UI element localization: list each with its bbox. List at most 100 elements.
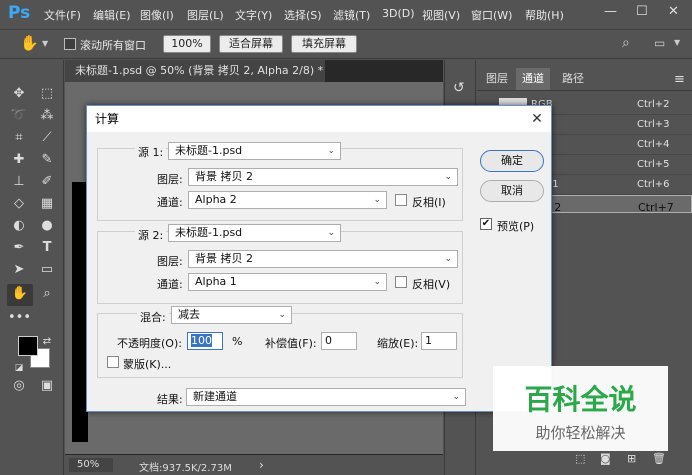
screen-mode-icon[interactable]: ▣: [36, 376, 58, 396]
watermark: 百科全说 助你轻松解决: [493, 366, 668, 451]
menu-edit[interactable]: 编辑(E): [93, 7, 131, 23]
tab-channels[interactable]: 通道: [516, 68, 550, 90]
search-icon[interactable]: ⌕: [622, 35, 630, 51]
crop-tool-icon[interactable]: ⌗: [8, 128, 30, 148]
scroll-all-checkbox[interactable]: [64, 38, 76, 50]
chevron-down-icon: ⌄: [373, 195, 381, 205]
workspace-chevron-icon[interactable]: ▼: [674, 38, 680, 47]
workspace-icon[interactable]: ▭: [654, 36, 665, 50]
preview-label: 预览(P): [497, 220, 535, 233]
preview-checkbox[interactable]: ✔: [480, 218, 492, 230]
quick-mask-icon[interactable]: ◎: [8, 376, 30, 396]
delete-channel-icon[interactable]: 🗑: [652, 452, 666, 465]
history-panel-icon[interactable]: ↺: [453, 80, 465, 96]
path-select-icon[interactable]: ➤: [8, 260, 30, 280]
swap-colors-icon[interactable]: ⇄: [40, 332, 54, 352]
hand-tool-icon[interactable]: ✋: [20, 34, 39, 52]
new-channel-icon[interactable]: ⊞: [627, 452, 636, 465]
fill-screen-button[interactable]: 填充屏幕: [291, 35, 357, 53]
eyedropper-icon[interactable]: ⟋: [36, 128, 58, 148]
eraser-tool-icon[interactable]: ◇: [8, 194, 30, 214]
history-brush-icon[interactable]: ✐: [36, 172, 58, 192]
menu-filter[interactable]: 滤镜(T): [333, 7, 370, 23]
source1-layer-select[interactable]: 背景 拷贝 2 ⌄: [188, 168, 458, 186]
gradient-tool-icon[interactable]: ▦: [36, 194, 58, 214]
status-bar: 50% 文档:937.5K/2.73M ›: [65, 455, 443, 475]
maximize-button[interactable]: ☐: [636, 4, 648, 19]
opacity-label: 不透明度(O):: [117, 337, 182, 350]
marquee-tool-icon[interactable]: ⬚: [36, 84, 58, 104]
opacity-percent: %: [232, 335, 243, 348]
status-zoom[interactable]: 50%: [69, 458, 113, 472]
menu-view[interactable]: 视图(V): [422, 7, 460, 23]
more-tools-icon[interactable]: •••: [8, 308, 31, 328]
source2-invert-checkbox[interactable]: [395, 276, 407, 288]
source2-channel-label: 通道:: [157, 278, 183, 291]
menu-window[interactable]: 窗口(W): [471, 7, 512, 23]
channel-shortcut: Ctrl+6: [637, 179, 670, 190]
chevron-down-icon[interactable]: ▼: [42, 39, 48, 48]
magic-wand-icon[interactable]: ⁂: [36, 106, 58, 126]
blend-mode-select[interactable]: 减去 ⌄: [171, 306, 292, 324]
dodge-tool-icon[interactable]: ●: [36, 216, 58, 236]
blur-tool-icon[interactable]: ◐: [8, 216, 30, 236]
source2-channel-select[interactable]: Alpha 1 ⌄: [188, 273, 387, 291]
rectangle-tool-icon[interactable]: ▭: [36, 260, 58, 280]
dialog-close-icon[interactable]: ✕: [527, 109, 547, 129]
source2-label: 源 2:: [135, 227, 167, 243]
brush-tool-icon[interactable]: ✎: [36, 150, 58, 170]
channel-shortcut: Ctrl+2: [637, 99, 670, 110]
blend-mode-value: 减去: [178, 308, 200, 321]
lasso-tool-icon[interactable]: ➰: [8, 106, 30, 126]
save-selection-icon[interactable]: ◙: [600, 452, 611, 465]
menu-help[interactable]: 帮助(H): [525, 7, 564, 23]
source2-file-select[interactable]: 未标题-1.psd ⌄: [168, 224, 341, 242]
panel-menu-icon[interactable]: ≡: [674, 72, 685, 87]
menu-image[interactable]: 图像(I): [140, 7, 174, 23]
hand-tool-selected-icon[interactable]: ✋: [7, 284, 33, 306]
minimize-button[interactable]: —: [604, 4, 617, 19]
load-selection-icon[interactable]: ⬚: [575, 452, 585, 465]
type-tool-icon[interactable]: T: [36, 238, 58, 258]
default-colors-icon[interactable]: ◪: [12, 358, 26, 378]
channel-shortcut: Ctrl+7: [638, 201, 674, 213]
source1-channel-value: Alpha 2: [195, 193, 237, 206]
fit-screen-button[interactable]: 适合屏幕: [219, 35, 283, 53]
tab-paths[interactable]: 路径: [556, 68, 590, 90]
status-arrow-icon[interactable]: ›: [259, 458, 264, 472]
menu-3d[interactable]: 3D(D): [382, 7, 415, 20]
offset-label: 补偿值(F):: [265, 337, 317, 350]
source1-invert-checkbox[interactable]: [395, 194, 407, 206]
cancel-button[interactable]: 取消: [480, 180, 544, 202]
source1-layer-value: 背景 拷贝 2: [195, 170, 253, 183]
ok-button[interactable]: 确定: [480, 150, 544, 172]
document-tab[interactable]: 未标题-1.psd @ 50% (背景 拷贝 2, Alpha 2/8) * ×: [65, 60, 325, 99]
healing-brush-icon[interactable]: ✚: [8, 150, 30, 170]
offset-input[interactable]: 0: [321, 332, 357, 350]
source2-layer-select[interactable]: 背景 拷贝 2 ⌄: [188, 250, 458, 268]
mask-checkbox[interactable]: [107, 356, 119, 368]
channel-shortcut: Ctrl+4: [637, 139, 670, 150]
channel-shortcut: Ctrl+5: [637, 159, 670, 170]
watermark-title: 百科全说: [524, 383, 637, 416]
result-select[interactable]: 新建通道 ⌄: [186, 388, 466, 406]
pen-tool-icon[interactable]: ✒: [8, 238, 30, 258]
watermark-subtitle: 助你轻松解决: [535, 424, 626, 442]
menu-select[interactable]: 选择(S): [284, 7, 322, 23]
menu-file[interactable]: 文件(F): [44, 7, 81, 23]
source1-channel-select[interactable]: Alpha 2 ⌄: [188, 191, 387, 209]
move-tool-icon[interactable]: ✥: [8, 84, 30, 104]
zoom-tool-icon[interactable]: ⌕: [36, 284, 58, 304]
stamp-tool-icon[interactable]: ⊥: [8, 172, 30, 192]
scale-input[interactable]: 1: [421, 332, 457, 350]
status-doc-size: 文档:937.5K/2.73M: [139, 463, 232, 474]
source1-file-select[interactable]: 未标题-1.psd ⌄: [168, 142, 341, 160]
document-tab-title: 未标题-1.psd @ 50% (背景 拷贝 2, Alpha 2/8) *: [75, 64, 324, 77]
zoom-100-button[interactable]: 100%: [163, 35, 211, 53]
foreground-color-swatch[interactable]: [18, 336, 38, 356]
tab-layers[interactable]: 图层: [480, 68, 514, 90]
menu-type[interactable]: 文字(Y): [235, 7, 272, 23]
close-window-button[interactable]: ✕: [668, 4, 679, 19]
menu-layer[interactable]: 图层(L): [187, 7, 224, 23]
opacity-input[interactable]: 100: [187, 332, 223, 350]
